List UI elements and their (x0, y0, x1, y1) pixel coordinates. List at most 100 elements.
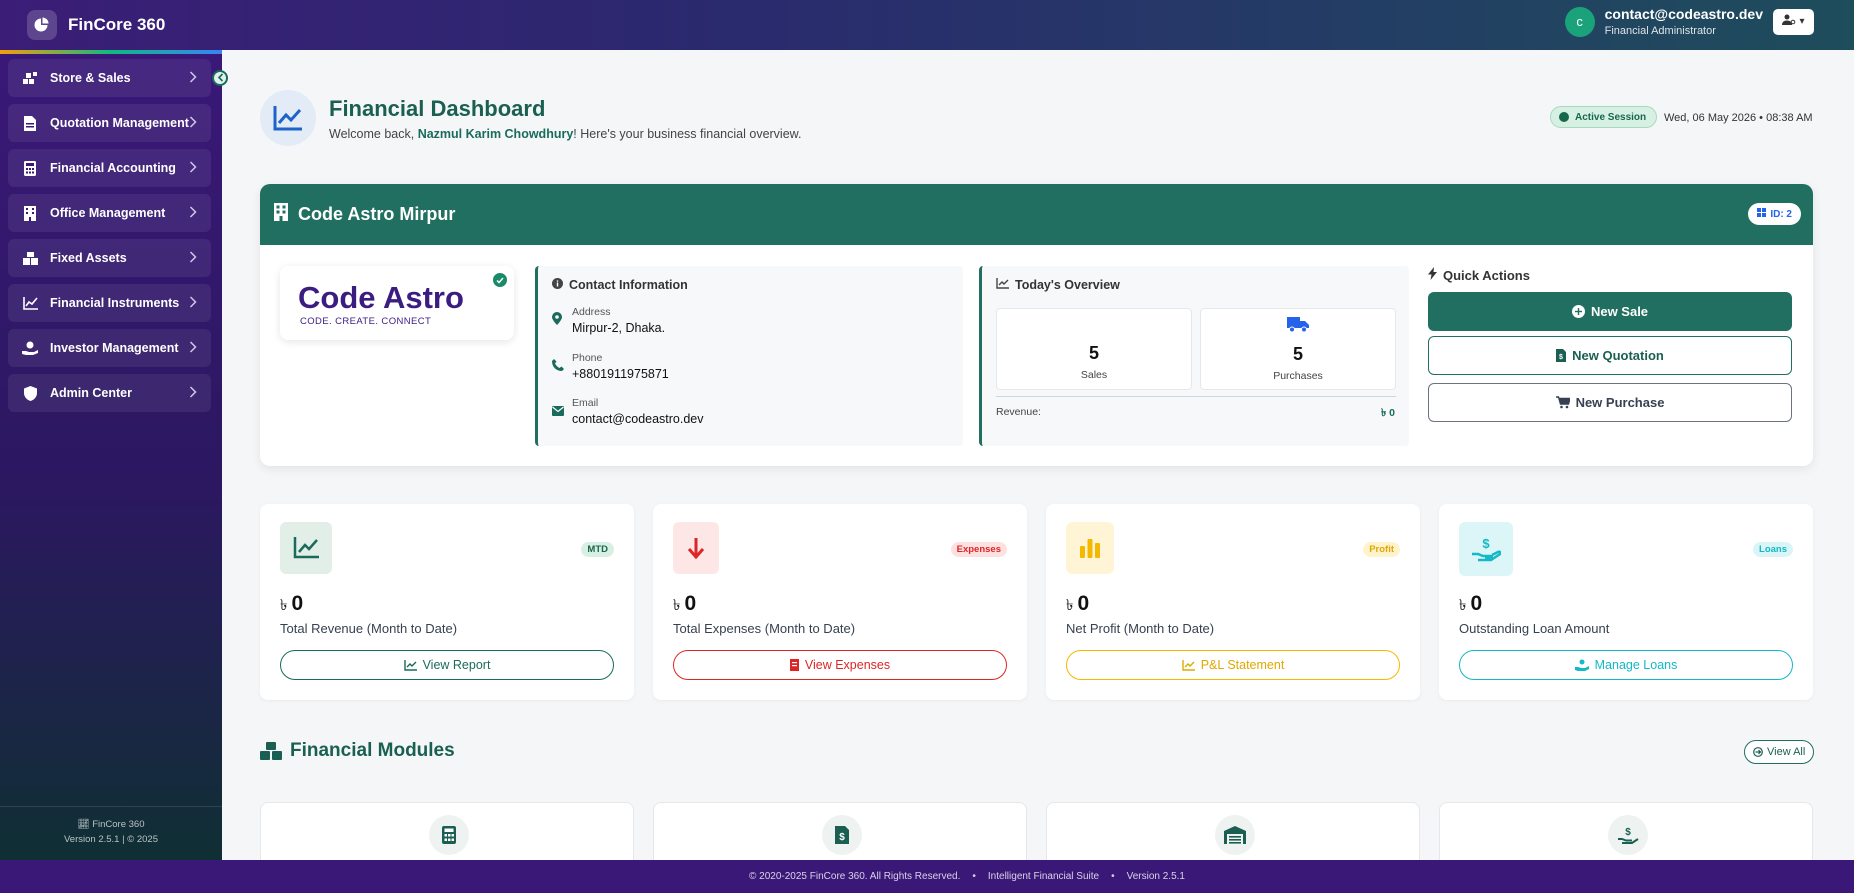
footer-separator: • (972, 871, 976, 882)
phone-icon (552, 358, 566, 381)
mtd-badge: MTD (581, 542, 614, 557)
file-invoice-icon (22, 115, 38, 131)
phone-value[interactable]: +8801911975871 (572, 367, 669, 381)
purchases-stat[interactable]: 5 Purchases (1200, 308, 1396, 390)
footer-version: Version 2.5.1 (1126, 871, 1185, 882)
svg-text:$: $ (839, 832, 845, 843)
session-badge: Active Session (1550, 106, 1658, 128)
bolt-icon (1428, 267, 1437, 283)
sidebar-item-label: Admin Center (50, 386, 132, 400)
sidebar-item-label: Financial Accounting (50, 161, 176, 175)
chevron-right-icon (189, 341, 197, 356)
sidebar-item-label: Fixed Assets (50, 251, 127, 265)
sidebar-item-label: Financial Instruments (50, 296, 180, 310)
footer-suite: Intelligent Financial Suite (987, 871, 1100, 882)
session-badge-label: Active Session (1575, 111, 1647, 123)
sidebar-collapse-button[interactable] (212, 70, 228, 86)
profit-label: Net Profit (Month to Date) (1066, 621, 1215, 636)
map-pin-icon (552, 312, 566, 335)
store-icon (22, 71, 38, 85)
profit-badge: Profit (1363, 542, 1400, 557)
verified-check-icon (491, 271, 509, 289)
revenue-amount: ৳ 0 (280, 592, 303, 619)
new-purchase-button[interactable]: New Purchase (1428, 383, 1792, 422)
profit-value: 0 (1077, 592, 1090, 615)
chevron-right-icon (189, 161, 197, 176)
currency-symbol: ৳ (1459, 597, 1467, 614)
footer-copyright: © 2020-2025 FinCore 360. All Rights Rese… (749, 871, 961, 882)
todays-overview-label: Today's Overview (1015, 278, 1120, 292)
info-circle-icon (552, 278, 563, 292)
receipt-icon (789, 659, 799, 671)
sales-stat[interactable]: 5 Sales (996, 308, 1192, 390)
company-name: Code Astro Mirpur (298, 204, 456, 224)
sidebar-footer-version: Version 2.5.1 | © 2025 (64, 834, 158, 845)
manage-loans-button[interactable]: Manage Loans (1459, 650, 1793, 680)
view-all-label: View All (1767, 746, 1806, 758)
new-quotation-button[interactable]: $ New Quotation (1428, 336, 1792, 375)
chart-line-icon (403, 659, 417, 671)
divider (996, 396, 1396, 397)
view-report-label: View Report (422, 658, 491, 672)
user-cog-icon (1782, 14, 1796, 29)
chevron-right-icon (189, 116, 197, 131)
purchases-count: 5 (1292, 344, 1303, 364)
user-menu-button[interactable]: ▾ (1773, 8, 1814, 35)
todays-overview-panel: Today's Overview 5 Sales 5 Purchases Rev… (979, 266, 1409, 446)
financial-modules-label: Financial Modules (290, 740, 455, 761)
sidebar-item-fixed-assets[interactable]: Fixed Assets (8, 239, 211, 277)
current-datetime: Wed, 06 May 2026 • 08:38 AM (1664, 112, 1813, 124)
sidebar-item-investor-management[interactable]: Investor Management (8, 329, 211, 367)
bar-chart-icon (1066, 522, 1114, 574)
expenses-value: 0 (684, 592, 697, 615)
brand-name: FinCore 360 (68, 15, 166, 34)
user-email: contact@codeastro.dev (1604, 6, 1763, 22)
chevron-right-icon (189, 206, 197, 221)
address-value: Mirpur-2, Dhaka. (572, 321, 666, 335)
company-header: Code Astro Mirpur ID: 2 (260, 184, 1813, 245)
contact-info-title-label: Contact Information (569, 278, 688, 292)
quick-actions-title: Quick Actions (1428, 267, 1530, 283)
revenue-label: Revenue: (996, 406, 1041, 418)
building-icon (274, 203, 288, 226)
brand[interactable]: FinCore 360 (27, 10, 165, 40)
new-quotation-label: New Quotation (1572, 348, 1664, 363)
sidebar-item-admin-center[interactable]: Admin Center (8, 374, 211, 412)
view-all-button[interactable]: View All (1744, 740, 1815, 764)
hand-holding-dollar-icon (22, 341, 38, 355)
avatar[interactable]: c (1564, 6, 1595, 37)
hand-holding-dollar-icon: $ (1608, 815, 1648, 855)
sidebar-item-store-sales[interactable]: Store & Sales (8, 59, 211, 97)
sidebar-item-office-management[interactable]: Office Management (8, 194, 211, 232)
chart-line-icon (1181, 659, 1195, 671)
sidebar-item-financial-instruments[interactable]: Financial Instruments (8, 284, 211, 322)
chevron-right-icon (189, 386, 197, 401)
warehouse-icon (1215, 815, 1255, 855)
financial-modules-title: Financial Modules (260, 740, 455, 762)
pl-statement-label: P&L Statement (1200, 658, 1285, 672)
sidebar-item-quotation-management[interactable]: Quotation Management (8, 104, 211, 142)
view-report-button[interactable]: View Report (280, 650, 614, 680)
sidebar-item-label: Investor Management (50, 341, 179, 355)
profit-amount: ৳ 0 (1066, 592, 1089, 619)
pl-statement-button[interactable]: P&L Statement (1066, 650, 1400, 680)
phone-row: Phone +8801911975871 (552, 352, 669, 381)
new-sale-button[interactable]: New Sale (1428, 292, 1792, 331)
email-value[interactable]: contact@codeastro.dev (572, 412, 704, 426)
todays-overview-title: Today's Overview (996, 278, 1120, 292)
footer-separator: • (1111, 871, 1115, 882)
hand-holding-dollar-icon (1574, 659, 1589, 671)
sidebar-item-financial-accounting[interactable]: Financial Accounting (8, 149, 211, 187)
email-label: Email (572, 397, 599, 409)
phone-label: Phone (572, 352, 603, 364)
quick-actions-label: Quick Actions (1443, 267, 1530, 283)
plus-circle-icon (1571, 305, 1585, 318)
sidebar-footer-name: FinCore 360 (92, 819, 145, 830)
sidebar-footer: 📈︎ FinCore 360 Version 2.5.1 | © 2025 (0, 806, 222, 849)
chart-line-icon (280, 522, 332, 574)
manage-loans-label: Manage Loans (1594, 658, 1678, 672)
purchases-label: Purchases (1273, 370, 1323, 382)
user-info: c contact@codeastro.dev Financial Admini… (1564, 6, 1814, 37)
view-expenses-button[interactable]: View Expenses (673, 650, 1007, 680)
currency-symbol: ৳ (280, 597, 288, 614)
